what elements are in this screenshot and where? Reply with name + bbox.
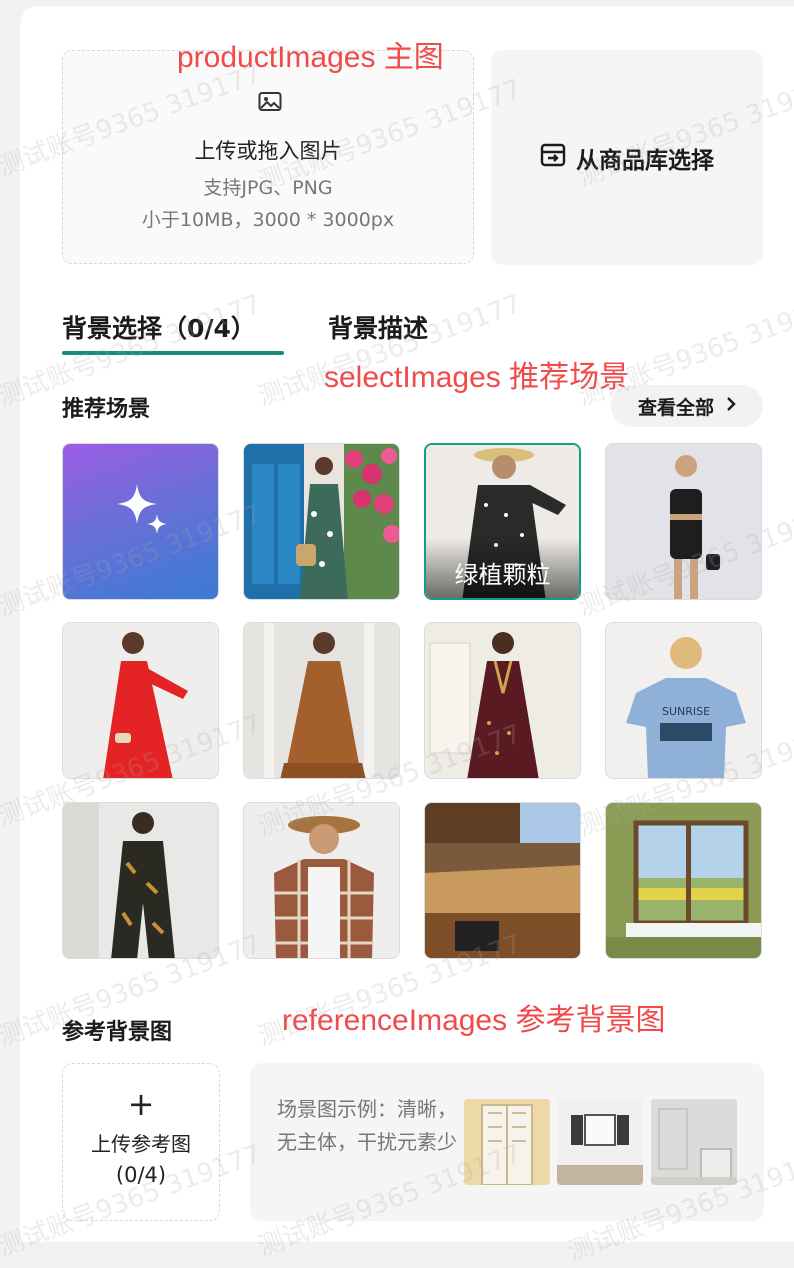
tab-background-describe[interactable]: 背景描述 (328, 309, 428, 345)
leaf-jumpsuit-photo (63, 803, 218, 958)
view-all-button[interactable]: 查看全部 (611, 385, 763, 427)
reference-upload-count: (0/4) (115, 1163, 167, 1187)
reference-title: 参考背景图 (62, 1020, 173, 1045)
scene-tile-caption: 绿植颗粒 (426, 538, 579, 598)
burgundy-dress-photo (425, 623, 580, 778)
plus-icon: + (127, 1085, 155, 1123)
black-dress-photo (606, 444, 761, 599)
plaid-shirt-photo (244, 803, 399, 958)
scene-tile-kitchen[interactable] (424, 802, 581, 959)
brown-dress-photo (244, 623, 399, 778)
sparkle-icon (117, 484, 167, 534)
scene-tile-leaf-jumpsuit[interactable] (62, 802, 219, 959)
window-view-photo (606, 803, 761, 958)
blue-tshirt-photo: SUNRISE (606, 623, 761, 778)
scene-tile-floral-dress[interactable] (243, 443, 400, 600)
upload-limits: 小于10MB，3000 * 3000px (141, 209, 395, 231)
kitchen-photo (425, 803, 580, 958)
scene-tile-burgundy-dress[interactable] (424, 622, 581, 779)
scene-tile-blue-tshirt[interactable]: SUNRISE (605, 622, 762, 779)
annotation-product: productImages 主图 (177, 41, 444, 74)
example-thumb-yellow-door (464, 1099, 550, 1185)
annotation-reference: referenceImages 参考背景图 (282, 1004, 666, 1037)
library-label: 从商品库选择 (576, 147, 714, 174)
view-all-label: 查看全部 (637, 396, 714, 419)
reference-upload-button[interactable]: + 上传参考图 (0/4) (62, 1063, 220, 1221)
reference-upload-label: 上传参考图 (91, 1132, 191, 1156)
svg-text:SUNRISE: SUNRISE (662, 705, 710, 718)
recommended-scenes-title: 推荐场景 (62, 397, 151, 422)
scene-tile-brown-dress[interactable] (243, 622, 400, 779)
image-icon (258, 91, 282, 117)
tab-background-select[interactable]: 背景选择（0/4） (62, 309, 256, 345)
select-from-library-button[interactable]: 从商品库选择 (491, 50, 763, 265)
scene-tile-black-dress[interactable] (605, 443, 762, 600)
scene-tile-plaid-shirt[interactable] (243, 802, 400, 959)
reference-hint: 场景图示例：清晰，无主体，干扰元素少 (277, 1097, 457, 1154)
scene-tile-polka-dress[interactable]: 绿植颗粒 (424, 443, 581, 600)
reference-example-panel: 场景图示例：清晰，无主体，干扰元素少 (250, 1063, 764, 1221)
product-upload-dropzone[interactable]: 上传或拖入图片 支持JPG、PNG 小于10MB，3000 * 3000px (62, 50, 474, 264)
scene-tile-window-view[interactable] (605, 802, 762, 959)
scene-tile-ai-generate[interactable] (62, 443, 219, 600)
chevron-right-icon (726, 395, 736, 417)
active-tab-indicator (62, 351, 284, 355)
import-box-icon (540, 142, 566, 174)
upload-formats: 支持JPG、PNG (203, 177, 333, 199)
example-thumb-white-room (651, 1099, 737, 1185)
floral-dress-photo (244, 444, 399, 599)
upload-title: 上传或拖入图片 (194, 139, 342, 163)
annotation-select: selectImages 推荐场景 (324, 361, 630, 394)
red-dress-photo (63, 623, 218, 778)
scene-tile-red-dress[interactable] (62, 622, 219, 779)
example-thumb-white-window (557, 1099, 643, 1185)
